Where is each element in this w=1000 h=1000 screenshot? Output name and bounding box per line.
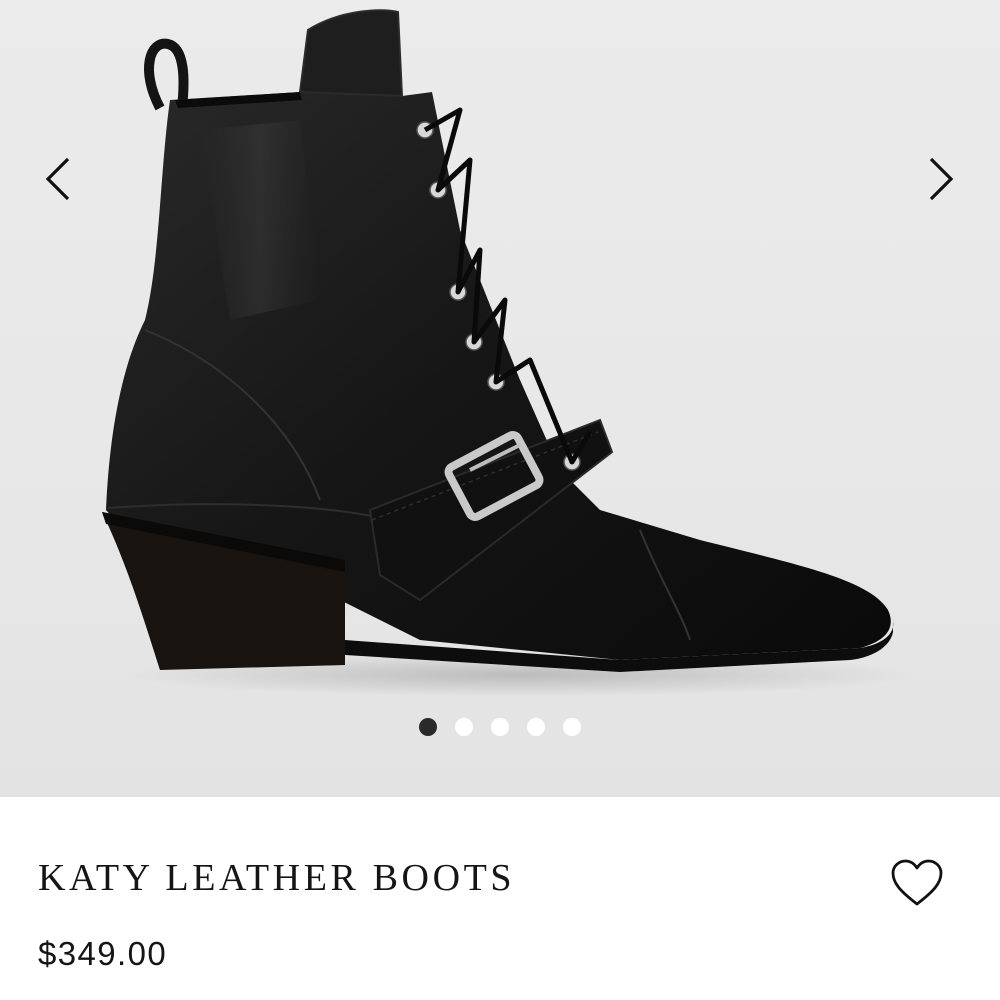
carousel-dot-2[interactable] xyxy=(455,718,473,736)
add-to-wishlist-button[interactable] xyxy=(886,853,948,915)
carousel-dot-5[interactable] xyxy=(563,718,581,736)
product-image-gallery[interactable] xyxy=(0,0,1000,797)
carousel-dot-3[interactable] xyxy=(491,718,509,736)
carousel-dot-4[interactable] xyxy=(527,718,545,736)
heart-outline-icon xyxy=(891,859,943,906)
chevron-left-icon xyxy=(45,157,70,201)
chevron-right-icon xyxy=(929,157,954,201)
previous-image-button[interactable] xyxy=(26,146,92,212)
product-price: $349.00 xyxy=(38,935,168,972)
carousel-pagination xyxy=(0,717,1000,737)
next-image-button[interactable] xyxy=(907,146,973,212)
carousel-dot-1[interactable] xyxy=(419,718,437,736)
product-photo-boot xyxy=(102,9,920,697)
product-title: KATY LEATHER BOOTS xyxy=(38,857,516,899)
